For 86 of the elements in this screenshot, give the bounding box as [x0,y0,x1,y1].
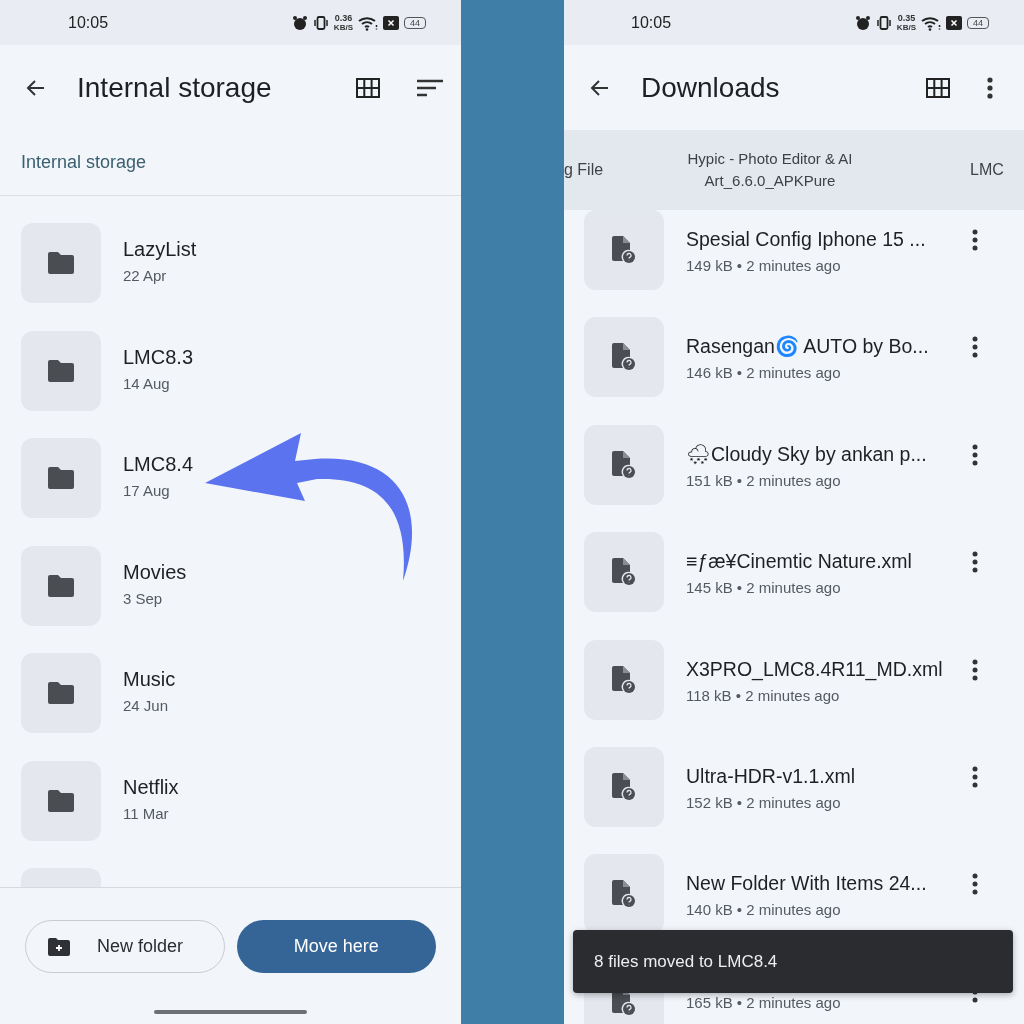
file-name: 🌨Cloudy Sky by ankan p... [686,442,928,466]
folder-icon [48,252,74,274]
unknown-file-icon [612,772,636,801]
folder-name: LazyList [123,238,197,261]
file-name: Rasengan🌀 AUTO by Bo... [686,335,930,359]
folder-name: Netflix [123,775,179,799]
network-speed: 0.35 KB/S [896,13,916,32]
folder-chip[interactable]: g File [564,161,612,179]
folder-row[interactable]: Netflix 11 Mar [21,760,461,841]
folder-icon [48,359,74,382]
file-row[interactable]: Rasengan🌀 AUTO by Bo... 146 kB • 2 minutes ago [584,317,1024,398]
file-details: 165 kB • 2 minutes ago [686,994,842,1012]
file-row[interactable]: Ultra-HDR-v1.1.xml 152 kB • 2 minutes ago [584,746,1024,827]
folder-icon [48,682,74,704]
alarm-icon [291,14,308,31]
snackbar-message: 8 files moved to LMC8.4 [594,951,778,972]
status-time: 10:05 [68,13,109,32]
unknown-file-icon [612,880,636,909]
wifi-icon [921,14,941,31]
folder-icon [48,574,74,597]
folder-date: 17 Aug [123,482,171,499]
network-speed: 0.36 KB/S [333,13,353,32]
folder-name: LMC8.4 [123,453,194,476]
unknown-file-icon [612,665,636,694]
file-row[interactable]: 🌨Cloudy Sky by ankan p... 151 kB • 2 minutes ago [584,424,1024,505]
vibrate-icon [312,14,329,31]
file-name: ≡ƒæ¥Cinemtic Nature.xml [686,550,913,574]
more-options-icon[interactable] [972,551,978,574]
file-name: New Folder With Items 24... [686,872,928,896]
folder-chip[interactable]: LMC [970,161,1004,179]
folder-icon [48,467,74,489]
folder-row[interactable]: Movies 3 Sep [21,545,461,626]
wifi-icon [358,14,378,31]
file-details: 151 kB • 2 minutes ago [686,471,842,489]
battery-indicator: 44 [967,16,989,29]
new-folder-icon [48,937,70,956]
file-row[interactable]: ≡ƒæ¥Cinemtic Nature.xml 145 kB • 2 minutes ago [584,532,1024,613]
folder-date: 22 Apr [123,267,168,284]
folder-row[interactable]: Music 24 Jun [21,653,461,733]
file-details: 152 kB • 2 minutes ago [686,793,842,811]
folder-icon [48,789,74,812]
folder-name: LMC8.3 [123,345,194,369]
more-options-icon[interactable] [972,658,978,681]
folder-name: Music [123,668,176,691]
breadcrumb[interactable]: Internal storage [21,152,147,173]
notification-icon [383,15,399,30]
folder-chip[interactable]: Hypic - Photo Editor & AI Art_6.6.0_APKPure [660,148,880,192]
move-here-button[interactable]: Move here [236,920,436,973]
folder-date: 24 Jun [123,697,170,714]
file-row[interactable]: X3PRO_LMC8.4R11_MD.xml 118 kB • 2 minutes ago [584,639,1024,720]
sort-icon[interactable] [417,78,443,97]
battery-indicator: 44 [404,16,426,29]
screen-title: Downloads [641,71,781,104]
unknown-file-icon [612,236,636,264]
folder-row[interactable]: LazyList 22 Apr [21,223,461,303]
more-options-icon[interactable] [972,873,978,896]
file-details: 140 kB • 2 minutes ago [686,901,842,919]
alarm-icon [854,14,871,31]
more-options-icon[interactable] [972,443,978,466]
more-options-icon[interactable] [972,765,978,788]
folder-name: Movies [123,560,187,584]
unknown-file-icon [612,343,636,372]
status-time: 10:05 [631,13,672,32]
unknown-file-icon [612,450,636,479]
file-name: Ultra-HDR-v1.1.xml [686,764,856,788]
vibrate-icon [875,14,892,31]
grid-view-icon[interactable] [926,77,950,98]
notification-icon [946,15,962,30]
folder-date: 14 Aug [123,374,171,392]
file-row[interactable]: Spesial Config Iphone 15 ... 149 kB • 2 minutes ago [584,210,1024,290]
more-options-icon[interactable] [972,336,978,359]
folder-row[interactable]: LMC8.3 14 Aug [21,330,461,411]
folder-row[interactable]: LMC8.4 17 Aug [21,438,461,518]
file-details: 118 kB • 2 minutes ago [686,686,841,704]
file-details: 145 kB • 2 minutes ago [686,579,842,597]
folder-date: 11 Mar [123,804,170,822]
screen-title: Internal storage [77,71,273,104]
file-name: X3PRO_LMC8.4R11_MD.xml [686,657,944,681]
grid-view-icon[interactable] [356,77,380,98]
file-details: 149 kB • 2 minutes ago [686,257,842,274]
file-name: Spesial Config Iphone 15 ... [686,228,927,251]
file-details: 146 kB • 2 minutes ago [686,364,842,382]
unknown-file-icon [612,558,636,587]
more-options-icon[interactable] [987,76,993,99]
more-options-icon[interactable] [972,229,978,251]
folder-date: 3 Sep [123,589,164,607]
